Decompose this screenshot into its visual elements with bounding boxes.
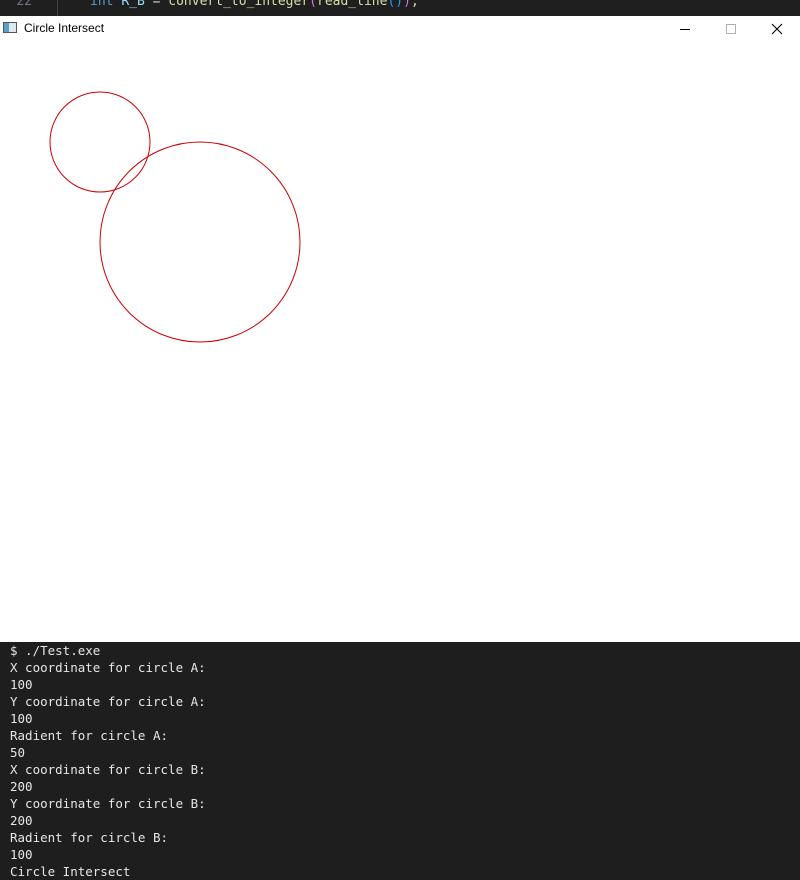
terminal-line: 200 (10, 779, 33, 794)
circle-a (49, 91, 151, 193)
circle-intersect-window: Circle Intersect (0, 16, 800, 642)
maximize-button[interactable] (708, 16, 754, 42)
terminal-line: 200 (10, 813, 33, 828)
window-titlebar[interactable]: Circle Intersect (0, 16, 800, 42)
minimize-button[interactable] (662, 16, 708, 42)
drawing-canvas (49, 91, 301, 343)
terminal-line: 100 (10, 677, 33, 692)
code-function-1: convert_to_integer (168, 0, 310, 9)
code-keyword: int (90, 0, 114, 9)
terminal-line: 50 (10, 745, 26, 760)
terminal-line: 100 (10, 847, 33, 862)
terminal-output: $ ./Test.exe X coordinate for circle A: 10… (0, 642, 800, 880)
code-paren-open: ( (309, 0, 317, 9)
terminal-line: Radient for circle B: (10, 830, 169, 845)
terminal-line: Y coordinate for circle B: (10, 796, 206, 811)
terminal-line: Circle Intersect (10, 864, 131, 879)
code-variable: R_B (121, 0, 145, 9)
terminal-line: $ ./Test.exe (10, 643, 101, 658)
line-number: 22 (16, 0, 32, 9)
maximize-icon (726, 24, 736, 34)
code-paren-close: ) (403, 0, 411, 9)
terminal-line: X coordinate for circle B: (10, 762, 206, 777)
terminal-line: X coordinate for circle A: (10, 660, 206, 675)
code-function-2: read_line (317, 0, 388, 9)
window-title: Circle Intersect (24, 21, 105, 35)
close-button[interactable] (754, 16, 800, 42)
code-operator: = (152, 0, 161, 9)
code-line: int R_B = convert_to_integer(read_line()… (90, 0, 419, 8)
code-semicolon: ; (410, 0, 419, 9)
minimize-icon (680, 29, 690, 30)
app-window-icon (3, 22, 17, 33)
circle-b (99, 141, 301, 343)
code-editor-strip: 22 int R_B = convert_to_integer(read_lin… (0, 0, 800, 16)
terminal-line: Y coordinate for circle A: (10, 694, 206, 709)
close-icon (771, 23, 783, 35)
code-paren-inner: () (387, 0, 404, 9)
gutter-divider (57, 0, 58, 16)
terminal-line: 100 (10, 711, 33, 726)
terminal-line: Radient for circle A: (10, 728, 169, 743)
